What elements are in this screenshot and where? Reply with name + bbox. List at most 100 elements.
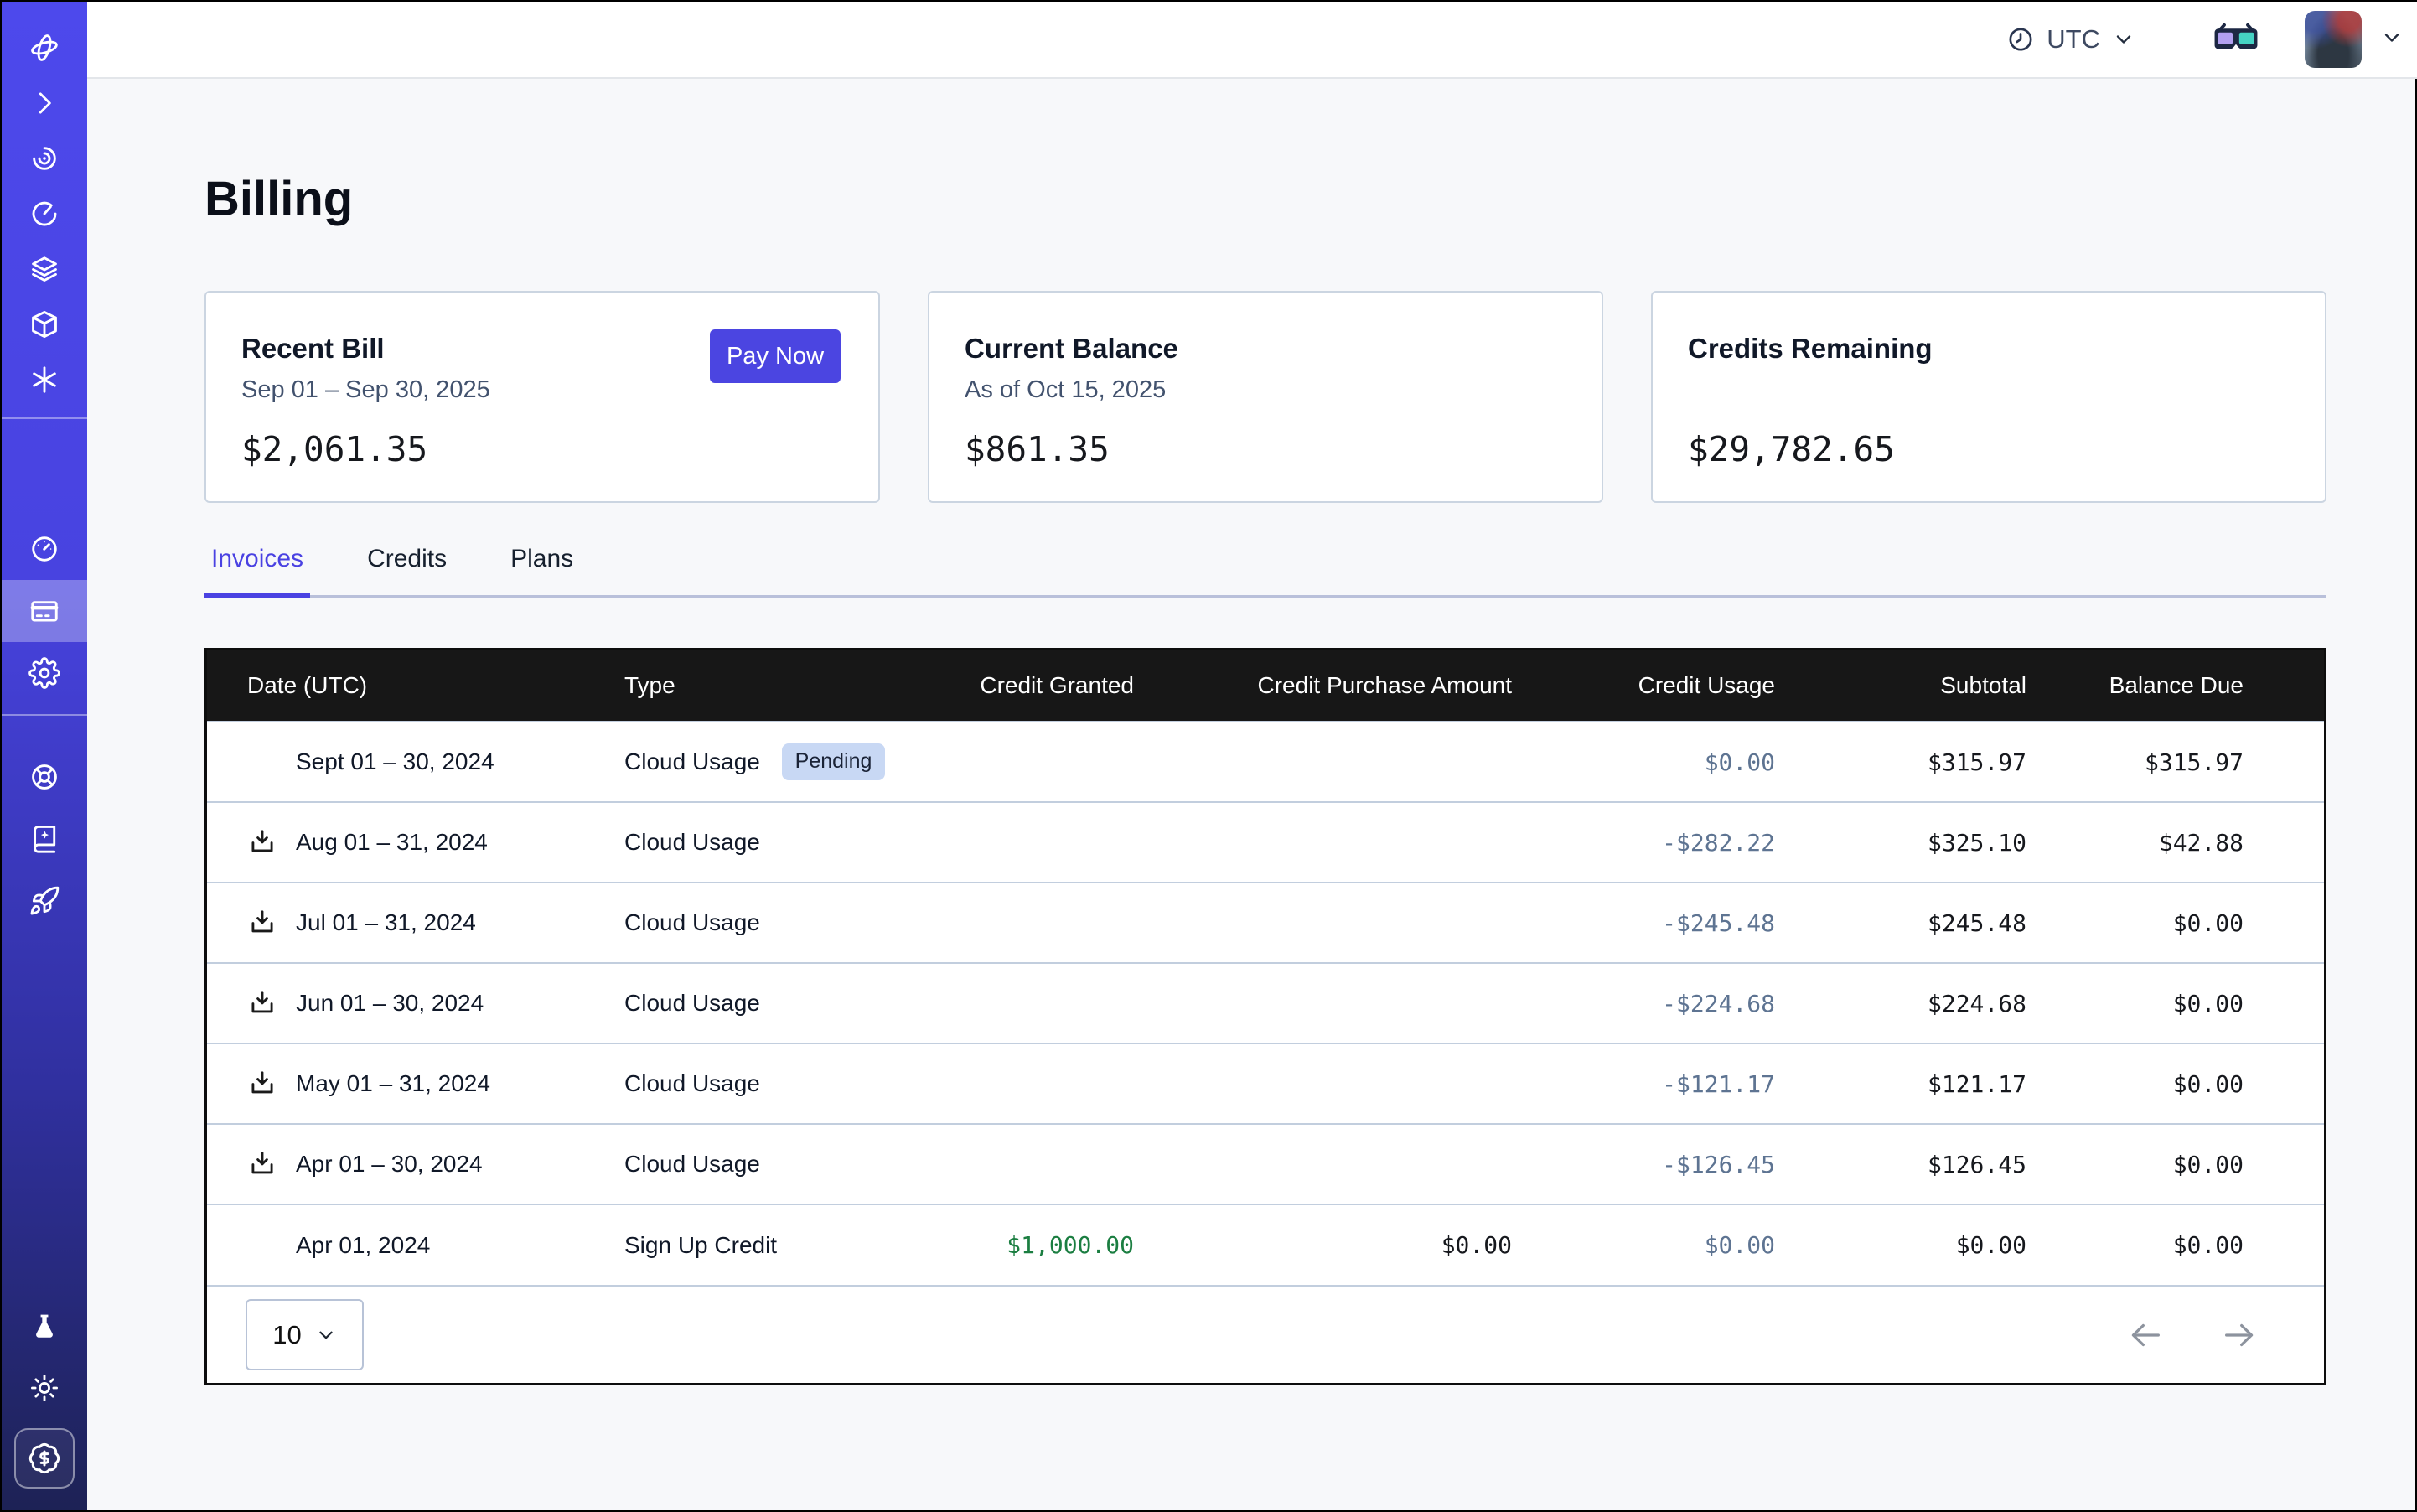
col-balance-due: Balance Due bbox=[2026, 650, 2324, 722]
arrow-left-icon bbox=[2126, 1316, 2165, 1354]
table-row: Aug 01 – 31, 2024 Cloud Usage -$282.22 $… bbox=[207, 802, 2324, 883]
3d-glasses-button[interactable] bbox=[2213, 23, 2259, 56]
billing-tabs: Invoices Credits Plans bbox=[204, 540, 2326, 598]
tab-invoices[interactable]: Invoices bbox=[204, 540, 310, 598]
asterisk-icon bbox=[28, 364, 60, 396]
avatar[interactable] bbox=[2305, 11, 2362, 68]
balance-due-value: $315.97 bbox=[2026, 722, 2324, 802]
credits-remaining-card: Credits Remaining $29,782.65 bbox=[1651, 291, 2326, 503]
subtotal-value: $325.10 bbox=[1775, 802, 2026, 883]
balance-due-value: $0.00 bbox=[2026, 1204, 2324, 1285]
timezone-selector[interactable]: UTC bbox=[2006, 24, 2135, 54]
sidebar-item-gauge[interactable] bbox=[2, 518, 87, 580]
pay-now-button[interactable]: Pay Now bbox=[710, 329, 841, 383]
download-invoice-button[interactable] bbox=[247, 827, 296, 857]
sidebar-item-rocket[interactable] bbox=[2, 870, 87, 932]
lifebuoy-icon bbox=[28, 761, 60, 793]
credit-purchase-value bbox=[1134, 722, 1512, 802]
credit-granted-value bbox=[933, 722, 1134, 802]
invoice-date: Jul 01 – 31, 2024 bbox=[296, 909, 476, 936]
subtotal-value: $224.68 bbox=[1775, 963, 2026, 1043]
subtotal-value: $126.45 bbox=[1775, 1124, 2026, 1204]
invoice-type: Cloud Usage bbox=[624, 748, 760, 774]
invoice-type: Cloud Usage bbox=[624, 990, 760, 1016]
sidebar bbox=[2, 2, 87, 1510]
invoice-type: Cloud Usage bbox=[624, 1151, 760, 1177]
download-icon bbox=[247, 988, 277, 1018]
credit-purchase-value bbox=[1134, 1124, 1512, 1204]
download-invoice-button[interactable] bbox=[247, 1069, 296, 1099]
tab-plans[interactable]: Plans bbox=[504, 540, 580, 595]
sidebar-item-support[interactable] bbox=[2, 746, 87, 808]
sidebar-item-pricing[interactable] bbox=[2, 1418, 87, 1489]
sidebar-item-cube[interactable] bbox=[2, 297, 87, 352]
account-menu-button[interactable] bbox=[2380, 26, 2404, 54]
sidebar-item-settings[interactable] bbox=[2, 642, 87, 704]
sidebar-item-labs[interactable] bbox=[2, 1297, 87, 1358]
topbar: UTC bbox=[87, 2, 2417, 79]
summary-cards: Recent Bill Sep 01 – Sep 30, 2025 $2,061… bbox=[204, 291, 2326, 503]
card-amount: $2,061.35 bbox=[241, 429, 843, 469]
sidebar-item-billing[interactable] bbox=[2, 580, 87, 642]
download-icon bbox=[247, 1069, 277, 1099]
table-row: Jul 01 – 31, 2024 Cloud Usage -$245.48 $… bbox=[207, 883, 2324, 963]
table-row: Jun 01 – 30, 2024 Cloud Usage -$224.68 $… bbox=[207, 963, 2324, 1043]
credit-usage-value: -$245.48 bbox=[1512, 883, 1775, 963]
logo-icon bbox=[28, 32, 60, 64]
chevron-right-icon bbox=[28, 87, 60, 119]
credit-granted-value bbox=[933, 1124, 1134, 1204]
download-invoice-button[interactable] bbox=[247, 988, 296, 1018]
sidebar-item-docs[interactable] bbox=[2, 808, 87, 870]
table-row: Sept 01 – 30, 2024 Cloud Usage Pending $… bbox=[207, 722, 2324, 802]
sidebar-item-timer[interactable] bbox=[2, 186, 87, 241]
download-invoice-button[interactable] bbox=[247, 1149, 296, 1179]
chevron-down-icon bbox=[2380, 26, 2404, 49]
col-credit-granted: Credit Granted bbox=[933, 650, 1134, 722]
page-size-value: 10 bbox=[272, 1320, 301, 1350]
balance-due-value: $0.00 bbox=[2026, 883, 2324, 963]
sidebar-item-asterisk[interactable] bbox=[2, 352, 87, 407]
card-title: Credits Remaining bbox=[1688, 333, 2290, 365]
page-title: Billing bbox=[204, 171, 2326, 227]
credit-granted-value: $1,000.00 bbox=[933, 1204, 1134, 1285]
credit-usage-value: $0.00 bbox=[1512, 722, 1775, 802]
observe-spiral-icon bbox=[28, 142, 60, 174]
credit-usage-value: -$121.17 bbox=[1512, 1043, 1775, 1124]
sun-icon bbox=[28, 1372, 60, 1404]
invoice-type: Sign Up Credit bbox=[624, 1232, 777, 1258]
download-icon bbox=[247, 827, 277, 857]
credit-purchase-value: $0.00 bbox=[1134, 1204, 1512, 1285]
docs-book-icon bbox=[28, 823, 60, 855]
clock-icon bbox=[2006, 25, 2035, 54]
credit-usage-value: -$282.22 bbox=[1512, 802, 1775, 883]
pricing-button[interactable] bbox=[14, 1428, 75, 1489]
sidebar-item-layers[interactable] bbox=[2, 241, 87, 297]
previous-page-button[interactable] bbox=[2126, 1316, 2165, 1354]
timer-icon bbox=[28, 198, 60, 230]
card-subtitle: As of Oct 15, 2025 bbox=[965, 376, 1566, 406]
page-size-select[interactable]: 10 bbox=[246, 1299, 364, 1370]
credit-granted-value bbox=[933, 1043, 1134, 1124]
balance-due-value: $0.00 bbox=[2026, 1124, 2324, 1204]
sidebar-item-observe[interactable] bbox=[2, 131, 87, 186]
invoice-date: Jun 01 – 30, 2024 bbox=[296, 990, 484, 1017]
chevron-down-icon bbox=[315, 1324, 337, 1346]
balance-due-value: $42.88 bbox=[2026, 802, 2324, 883]
sidebar-item-theme[interactable] bbox=[2, 1358, 87, 1418]
col-credit-usage: Credit Usage bbox=[1512, 650, 1775, 722]
tab-credits[interactable]: Credits bbox=[360, 540, 453, 595]
invoices-table: Date (UTC) Type Credit Granted Credit Pu… bbox=[204, 648, 2326, 1385]
card-amount: $861.35 bbox=[965, 429, 1566, 469]
download-invoice-button[interactable] bbox=[247, 908, 296, 938]
credit-usage-value: -$224.68 bbox=[1512, 963, 1775, 1043]
col-credit-purchase-amount: Credit Purchase Amount bbox=[1134, 650, 1512, 722]
subtotal-value: $315.97 bbox=[1775, 722, 2026, 802]
arrow-right-icon bbox=[2220, 1316, 2259, 1354]
sidebar-item-collapse[interactable] bbox=[2, 75, 87, 131]
table-row: Apr 01 – 30, 2024 Cloud Usage -$126.45 $… bbox=[207, 1124, 2324, 1204]
sidebar-item-logo[interactable] bbox=[2, 20, 87, 75]
credit-purchase-value bbox=[1134, 802, 1512, 883]
next-page-button[interactable] bbox=[2220, 1316, 2259, 1354]
flask-icon bbox=[28, 1312, 60, 1344]
cube-icon bbox=[28, 308, 60, 340]
